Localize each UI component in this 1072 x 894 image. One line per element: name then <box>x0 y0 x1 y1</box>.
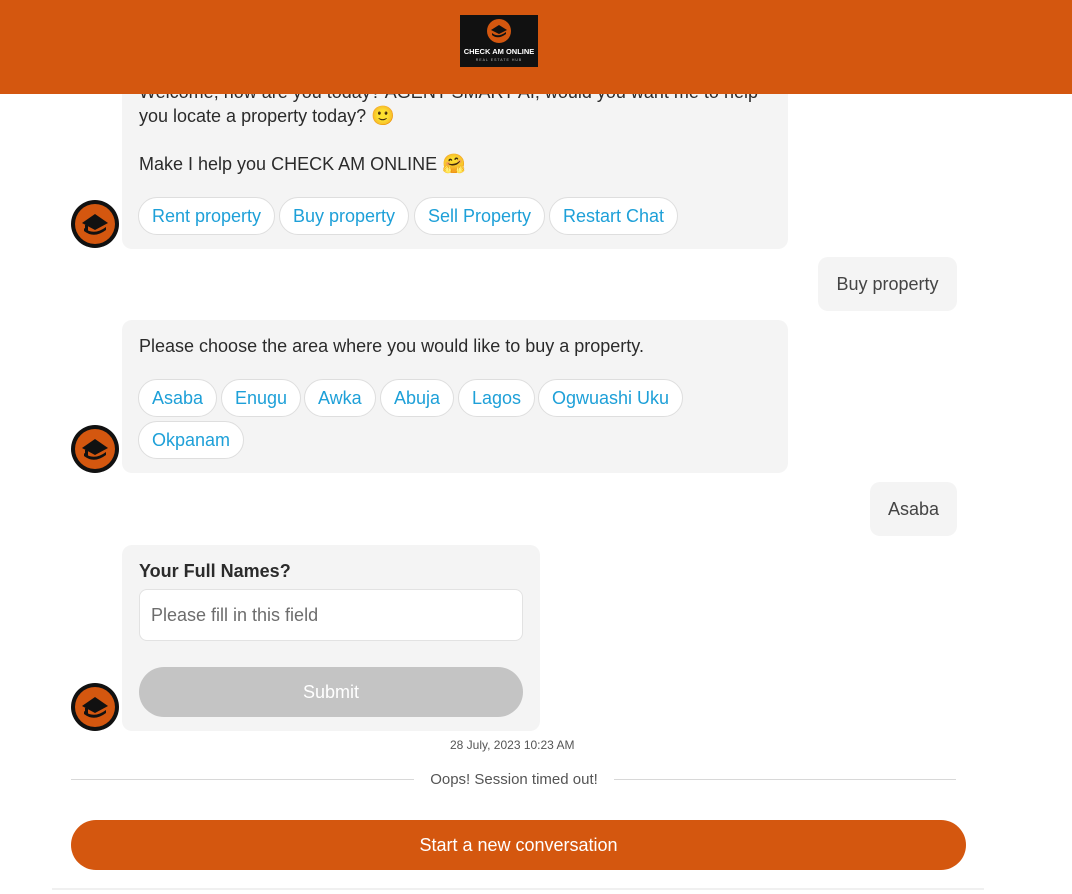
logo-subtitle: REAL ESTATE HUB <box>475 58 523 62</box>
chip-rent-property[interactable]: Rent property <box>138 197 276 235</box>
user-message-asaba: Asaba <box>870 482 957 536</box>
logo-title: CHECK AM ONLINE <box>463 47 535 56</box>
chip-restart-chat[interactable]: Restart Chat <box>549 197 679 235</box>
session-timeout-notice: Oops! Session timed out! <box>430 771 598 788</box>
house-hand-icon <box>75 204 115 244</box>
full-names-label: Your Full Names? <box>139 561 291 581</box>
bot-avatar <box>71 425 119 473</box>
brand-logo: CHECK AM ONLINE REAL ESTATE HUB <box>460 15 538 67</box>
welcome-line-3-text: Make I help you CHECK AM ONLINE <box>139 154 438 174</box>
bot-message-form: Your Full Names? Submit <box>122 545 540 731</box>
house-hand-icon <box>75 429 115 469</box>
chip-sell-property[interactable]: Sell Property <box>414 197 546 235</box>
bot-avatar <box>71 200 119 248</box>
chip-okpanam[interactable]: Okpanam <box>138 421 245 459</box>
chip-lagos[interactable]: Lagos <box>458 379 536 417</box>
chat-page: Welcome, how are you today? AGENT SMART … <box>0 0 1072 894</box>
chip-buy-property[interactable]: Buy property <box>279 197 410 235</box>
user-message-buy-property: Buy property <box>818 257 957 311</box>
divider-right <box>614 779 956 780</box>
composer-divider <box>52 888 984 890</box>
smile-emoji-icon: 🙂 <box>371 105 395 127</box>
chip-ogwuashi-uku[interactable]: Ogwuashi Uku <box>538 379 684 417</box>
chip-asaba[interactable]: Asaba <box>138 379 218 417</box>
message-timestamp: 28 July, 2023 10:23 AM <box>450 738 575 752</box>
start-new-conversation-button[interactable]: Start a new conversation <box>71 820 966 870</box>
header-bar: CHECK AM ONLINE REAL ESTATE HUB <box>0 0 1072 94</box>
chip-awka[interactable]: Awka <box>304 379 376 417</box>
chip-abuja[interactable]: Abuja <box>380 379 455 417</box>
chat-transcript: Welcome, how are you today? AGENT SMART … <box>0 0 1072 894</box>
house-hand-logo-icon <box>487 19 511 43</box>
welcome-line-2: you locate a property today? 🙂 <box>139 104 395 128</box>
hug-emoji-icon: 🤗 <box>442 153 466 175</box>
welcome-line-3: Make I help you CHECK AM ONLINE 🤗 <box>139 152 466 176</box>
welcome-line-2-text: you locate a property today? <box>139 106 367 126</box>
area-prompt-text: Please choose the area where you would l… <box>139 336 644 356</box>
chip-enugu[interactable]: Enugu <box>221 379 302 417</box>
bot-avatar <box>71 683 119 731</box>
submit-button[interactable]: Submit <box>139 667 523 717</box>
house-hand-icon <box>75 687 115 727</box>
full-names-input[interactable] <box>139 589 523 641</box>
bot-message-area-prompt: Please choose the area where you would l… <box>122 320 788 473</box>
divider-left <box>71 779 414 780</box>
